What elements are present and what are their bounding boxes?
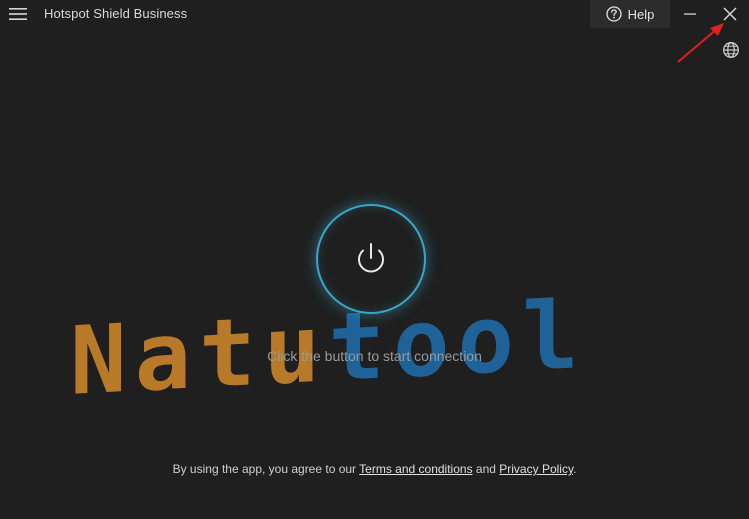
privacy-link[interactable]: Privacy Policy — [499, 462, 573, 476]
minimize-button[interactable] — [680, 4, 700, 24]
question-circle-icon — [605, 6, 622, 22]
connect-button[interactable] — [316, 204, 426, 314]
menu-button[interactable] — [8, 4, 28, 24]
hamburger-menu-icon — [9, 8, 27, 20]
help-button[interactable]: Help — [590, 0, 670, 28]
footer-agreement: By using the app, you agree to our Terms… — [0, 462, 749, 476]
globe-icon[interactable] — [722, 41, 740, 59]
connection-status-text: Click the button to start connection — [267, 348, 482, 364]
help-label: Help — [627, 6, 655, 22]
app-title: Hotspot Shield Business — [44, 6, 188, 21]
close-icon — [723, 7, 737, 21]
title-bar: Hotspot Shield Business Help — [0, 0, 749, 29]
close-button[interactable] — [719, 3, 741, 25]
footer-suffix: . — [573, 462, 577, 476]
power-icon — [358, 243, 384, 273]
minimize-icon — [684, 13, 696, 15]
footer-middle: and — [472, 462, 500, 476]
footer-prefix: By using the app, you agree to our — [172, 462, 360, 476]
terms-link[interactable]: Terms and conditions — [359, 462, 472, 476]
